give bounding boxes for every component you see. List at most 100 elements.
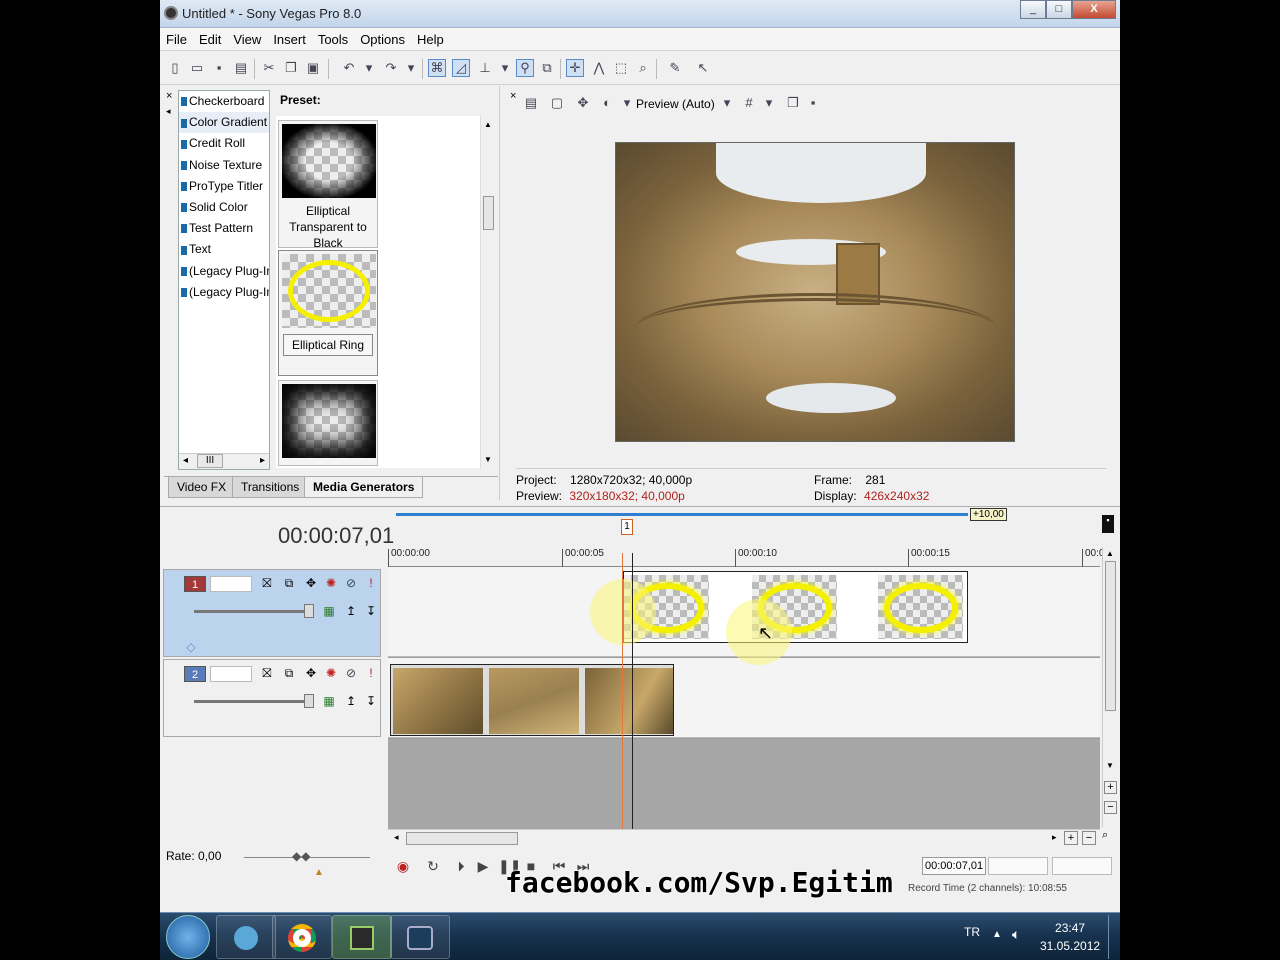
- zoom-tool-icon[interactable]: ⌕: [1102, 829, 1108, 842]
- scroll-up-icon[interactable]: ▲: [1106, 549, 1114, 558]
- list-item[interactable]: Noise Texture: [179, 155, 269, 176]
- tab-video-fx[interactable]: Video FX: [168, 477, 236, 498]
- composite-child-icon[interactable]: ▦: [322, 604, 336, 618]
- preview-quality-select[interactable]: Preview (Auto): [636, 97, 715, 111]
- track-area[interactable]: ↖: [388, 553, 1100, 829]
- elliptical-ring-clip[interactable]: [623, 571, 968, 643]
- zoom-out-vertical-icon[interactable]: −: [1104, 801, 1117, 814]
- lock-envelopes-icon[interactable]: ⚲: [516, 59, 534, 77]
- loop-playback-icon[interactable]: ↻: [424, 857, 442, 875]
- scroll-right-icon[interactable]: ▸: [1052, 832, 1057, 843]
- solo-icon[interactable]: !: [364, 576, 378, 590]
- bypass-motion-blur-icon[interactable]: ⛝: [260, 666, 274, 680]
- tray-language[interactable]: TR: [964, 925, 980, 939]
- close-pane-icon[interactable]: ×: [510, 90, 516, 102]
- redo-icon[interactable]: ↷: [382, 59, 400, 77]
- maximize-button[interactable]: □: [1046, 0, 1072, 19]
- envelope-icon[interactable]: ◇: [184, 640, 198, 654]
- list-item[interactable]: (Legacy Plug-In) V: [179, 282, 269, 303]
- scroll-down-icon[interactable]: ▼: [484, 455, 492, 464]
- track-fx-icon[interactable]: ✥: [304, 666, 318, 680]
- menu-options[interactable]: Options: [354, 32, 411, 47]
- track-name-field[interactable]: [210, 666, 252, 682]
- list-item[interactable]: ProType Titler: [179, 176, 269, 197]
- external-monitor-icon[interactable]: ▢: [548, 94, 566, 112]
- tab-media-generators[interactable]: Media Generators: [304, 477, 424, 498]
- start-button[interactable]: [166, 915, 210, 959]
- track-header-video-1[interactable]: 1 ⛝ ⧉ ✥ ✺ ⊘ ! ▦ ↥ ↧ ◇: [163, 569, 381, 657]
- track-level-slider[interactable]: [194, 604, 314, 618]
- list-item[interactable]: Credit Roll: [179, 133, 269, 154]
- preset-rectangle[interactable]: [278, 380, 378, 466]
- list-item[interactable]: Solid Color: [179, 197, 269, 218]
- zoom-in-icon[interactable]: +: [1064, 831, 1078, 845]
- list-horizontal-scrollbar[interactable]: ◂ III ▸: [179, 453, 269, 469]
- preview-fx-icon[interactable]: ✥: [574, 94, 592, 112]
- volume-icon[interactable]: 🔈︎: [1012, 926, 1020, 943]
- tray-clock[interactable]: 23:47 31.05.2012: [1040, 919, 1100, 955]
- play-icon[interactable]: ▶: [474, 857, 492, 875]
- properties-icon[interactable]: ▤: [232, 59, 250, 77]
- paste-icon[interactable]: ▣: [304, 59, 322, 77]
- list-item[interactable]: Checkerboard: [179, 91, 269, 112]
- taskbar-app-vegas[interactable]: [390, 915, 450, 959]
- taskbar-app-chrome[interactable]: [272, 915, 332, 959]
- ripple-edit-icon[interactable]: ⊥: [476, 59, 494, 77]
- track-motion-icon[interactable]: ⧉: [282, 666, 296, 680]
- project-properties-icon[interactable]: ▤: [522, 94, 540, 112]
- mute-icon[interactable]: ⊘: [344, 666, 358, 680]
- pane-arrow-icon[interactable]: ◂: [166, 106, 171, 117]
- close-pane-icon[interactable]: ×: [166, 90, 172, 102]
- scroll-thumb[interactable]: III: [197, 454, 223, 468]
- make-compositing-child-icon[interactable]: ↧: [364, 694, 378, 708]
- overlays-dropdown-icon[interactable]: ▾: [760, 94, 778, 112]
- taskbar-app-camera[interactable]: [332, 915, 392, 959]
- make-compositing-parent-icon[interactable]: ↥: [344, 694, 358, 708]
- make-compositing-parent-icon[interactable]: ↥: [344, 604, 358, 618]
- menu-view[interactable]: View: [227, 32, 267, 47]
- make-compositing-child-icon[interactable]: ↧: [364, 604, 378, 618]
- preset-elliptical-ring[interactable]: Elliptical Ring: [278, 250, 378, 376]
- save-snapshot-icon[interactable]: ▪: [804, 94, 822, 112]
- overlays-icon[interactable]: #: [740, 94, 758, 112]
- menu-insert[interactable]: Insert: [267, 32, 312, 47]
- composite-mode-icon[interactable]: ✺: [324, 666, 338, 680]
- record-icon[interactable]: ◉: [394, 857, 412, 875]
- new-file-icon[interactable]: ▯: [166, 59, 184, 77]
- preset-elliptical-transparent[interactable]: Elliptical Transparent to Black: [278, 120, 378, 250]
- undo-dropdown-icon[interactable]: ▾: [360, 59, 378, 77]
- quality-dropdown-icon[interactable]: ▾: [718, 94, 736, 112]
- bypass-motion-blur-icon[interactable]: ⛝: [260, 576, 274, 590]
- list-item[interactable]: Color Gradient: [179, 112, 269, 134]
- scroll-left-icon[interactable]: ◂: [183, 455, 188, 466]
- normal-edit-tool-icon[interactable]: ✛: [566, 59, 584, 77]
- ignore-grouping-icon[interactable]: ⧉: [538, 59, 556, 77]
- taskbar-app-messenger[interactable]: [216, 915, 276, 959]
- track-header-video-2[interactable]: 2 ⛝ ⧉ ✥ ✺ ⊘ ! ▦ ↥ ↧: [163, 659, 381, 737]
- zoom-in-vertical-icon[interactable]: +: [1104, 781, 1117, 794]
- timeline-horizontal-scrollbar[interactable]: ◂ ▸ + −: [388, 829, 1100, 847]
- tray-expand-icon[interactable]: ▲: [992, 929, 1002, 940]
- marker-flag[interactable]: 1: [621, 519, 633, 535]
- solo-icon[interactable]: !: [364, 666, 378, 680]
- scroll-right-icon[interactable]: ▸: [260, 455, 265, 466]
- timeline-menu-icon[interactable]: ▪: [1102, 515, 1114, 533]
- redo-dropdown-icon[interactable]: ▾: [402, 59, 420, 77]
- scroll-thumb[interactable]: [483, 196, 494, 230]
- rate-slider-knob-icon[interactable]: ◆◆: [292, 849, 310, 863]
- menu-file[interactable]: File: [160, 32, 193, 47]
- undo-icon[interactable]: ↶: [340, 59, 358, 77]
- split-dropdown-icon[interactable]: ▾: [618, 94, 636, 112]
- track-motion-icon[interactable]: ⧉: [282, 576, 296, 590]
- snapping-icon[interactable]: ⌘: [428, 59, 446, 77]
- list-item[interactable]: (Legacy Plug-In) T: [179, 261, 269, 282]
- list-item[interactable]: Test Pattern: [179, 218, 269, 239]
- copy-snapshot-icon[interactable]: ❐: [784, 94, 802, 112]
- scroll-thumb[interactable]: [406, 832, 518, 845]
- preset-scrollbar[interactable]: ▲ ▼: [480, 116, 496, 468]
- list-item[interactable]: Text: [179, 239, 269, 260]
- timeline-vertical-scrollbar[interactable]: ▲ ▼ + −: [1102, 547, 1118, 827]
- time-ruler[interactable]: 00:00:00 00:00:05 00:00:10 00:00:15 00:0: [388, 549, 1104, 567]
- scroll-left-icon[interactable]: ◂: [394, 832, 399, 843]
- track-name-field[interactable]: [210, 576, 252, 592]
